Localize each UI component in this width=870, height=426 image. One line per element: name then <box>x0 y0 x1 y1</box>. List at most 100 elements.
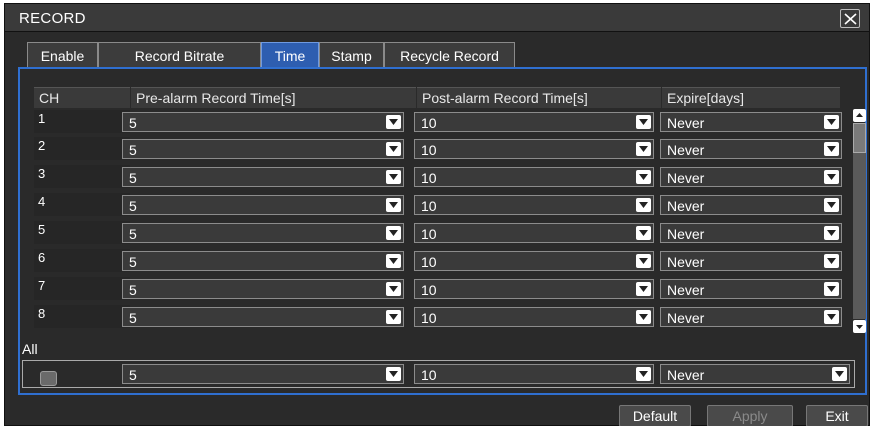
all-post-alarm-select[interactable]: 10 <box>414 364 654 384</box>
post-alarm-select[interactable]: 10 <box>414 167 654 187</box>
close-icon <box>844 13 857 25</box>
dropdown-arrow[interactable] <box>636 115 651 129</box>
all-checkbox[interactable] <box>40 371 57 386</box>
channel-number: 6 <box>34 249 130 272</box>
expire-select[interactable]: Never <box>660 167 842 187</box>
expire-select[interactable]: Never <box>660 195 842 215</box>
pre-alarm-select[interactable]: 5 <box>122 139 404 159</box>
expire-select[interactable]: Never <box>660 139 842 159</box>
pre-alarm-select[interactable]: 5 <box>122 307 404 327</box>
dropdown-arrow[interactable] <box>386 115 401 129</box>
dropdown-arrow[interactable] <box>386 282 401 296</box>
channel-number: 8 <box>34 305 130 328</box>
expire-select[interactable]: Never <box>660 112 842 132</box>
chevron-down-icon <box>827 258 836 264</box>
apply-button[interactable]: Apply <box>707 405 793 426</box>
dropdown-arrow[interactable] <box>824 254 839 268</box>
dropdown-arrow[interactable] <box>824 226 839 240</box>
dropdown-arrow[interactable] <box>832 367 847 381</box>
chevron-down-icon <box>835 371 844 377</box>
default-button[interactable]: Default <box>619 405 691 426</box>
tab-record-bitrate[interactable]: Record Bitrate <box>98 42 261 68</box>
record-window: RECORD Enable Record Bitrate Time Stamp … <box>4 3 870 426</box>
exit-button[interactable]: Exit <box>806 405 868 426</box>
pre-alarm-select[interactable]: 5 <box>122 167 404 187</box>
time-settings-panel: CH Pre-alarm Record Time[s] Post-alarm R… <box>18 67 867 395</box>
close-button[interactable] <box>840 9 860 28</box>
dropdown-arrow[interactable] <box>636 142 651 156</box>
dropdown-arrow[interactable] <box>636 198 651 212</box>
chevron-down-icon <box>389 230 398 236</box>
dropdown-arrow[interactable] <box>386 170 401 184</box>
chevron-down-icon <box>389 258 398 264</box>
channel-number: 1 <box>34 110 130 133</box>
post-alarm-select[interactable]: 10 <box>414 112 654 132</box>
tab-recycle-record[interactable]: Recycle Record <box>384 42 515 68</box>
post-alarm-select[interactable]: 10 <box>414 251 654 271</box>
dropdown-arrow[interactable] <box>824 282 839 296</box>
post-alarm-select[interactable]: 10 <box>414 223 654 243</box>
pre-alarm-select-value: 5 <box>129 198 137 214</box>
dropdown-arrow[interactable] <box>386 367 401 381</box>
dropdown-arrow[interactable] <box>386 226 401 240</box>
post-alarm-select[interactable]: 10 <box>414 307 654 327</box>
post-alarm-select-value: 10 <box>421 170 437 186</box>
tab-stamp[interactable]: Stamp <box>319 42 384 68</box>
chevron-down-icon <box>639 119 648 125</box>
title-bar: RECORD <box>5 4 869 32</box>
dropdown-arrow[interactable] <box>386 310 401 324</box>
chevron-down-icon <box>639 230 648 236</box>
chevron-down-icon <box>827 119 836 125</box>
expire-select[interactable]: Never <box>660 251 842 271</box>
pre-alarm-select[interactable]: 5 <box>122 195 404 215</box>
all-expire-select[interactable]: Never <box>660 364 850 384</box>
pre-alarm-select[interactable]: 5 <box>122 279 404 299</box>
dropdown-arrow[interactable] <box>824 170 839 184</box>
post-alarm-select[interactable]: 10 <box>414 139 654 159</box>
expire-select[interactable]: Never <box>660 223 842 243</box>
dropdown-arrow[interactable] <box>386 142 401 156</box>
channel-number: 2 <box>34 137 130 160</box>
expire-select-value: Never <box>667 170 705 186</box>
chevron-down-icon <box>389 119 398 125</box>
arrow-up-icon <box>856 113 863 117</box>
dropdown-arrow[interactable] <box>386 198 401 212</box>
dropdown-arrow[interactable] <box>636 282 651 296</box>
dropdown-arrow[interactable] <box>824 142 839 156</box>
expire-select[interactable]: Never <box>660 307 842 327</box>
post-alarm-select[interactable]: 10 <box>414 279 654 299</box>
expire-select-value: Never <box>667 254 705 270</box>
post-alarm-select[interactable]: 10 <box>414 195 654 215</box>
dropdown-arrow[interactable] <box>636 226 651 240</box>
tab-time[interactable]: Time <box>261 42 319 68</box>
expire-select-value: Never <box>667 198 705 214</box>
table-scrollbar[interactable] <box>853 109 866 333</box>
chevron-down-icon <box>389 202 398 208</box>
expire-select-value: Never <box>667 142 705 158</box>
post-alarm-select-value: 10 <box>421 226 437 242</box>
chevron-down-icon <box>827 202 836 208</box>
pre-alarm-select[interactable]: 5 <box>122 251 404 271</box>
all-pre-alarm-select[interactable]: 5 <box>122 364 404 384</box>
pre-alarm-select[interactable]: 5 <box>122 223 404 243</box>
tab-enable[interactable]: Enable <box>27 42 98 68</box>
expire-select[interactable]: Never <box>660 279 842 299</box>
pre-alarm-select[interactable]: 5 <box>122 112 404 132</box>
channel-number: 7 <box>34 277 130 300</box>
scroll-track[interactable] <box>853 123 866 319</box>
dropdown-arrow[interactable] <box>824 310 839 324</box>
dropdown-arrow[interactable] <box>636 310 651 324</box>
scroll-thumb[interactable] <box>853 123 866 153</box>
dropdown-arrow[interactable] <box>636 170 651 184</box>
dropdown-arrow[interactable] <box>824 198 839 212</box>
post-alarm-select-value: 10 <box>421 142 437 158</box>
dropdown-arrow[interactable] <box>386 254 401 268</box>
header-pre-alarm: Pre-alarm Record Time[s] <box>131 87 416 108</box>
scroll-up-button[interactable] <box>853 109 866 122</box>
all-post-alarm-select-value: 10 <box>421 367 437 383</box>
dropdown-arrow[interactable] <box>636 254 651 268</box>
dropdown-arrow[interactable] <box>636 367 651 381</box>
scroll-down-button[interactable] <box>853 320 866 333</box>
chevron-down-icon <box>639 258 648 264</box>
dropdown-arrow[interactable] <box>824 115 839 129</box>
